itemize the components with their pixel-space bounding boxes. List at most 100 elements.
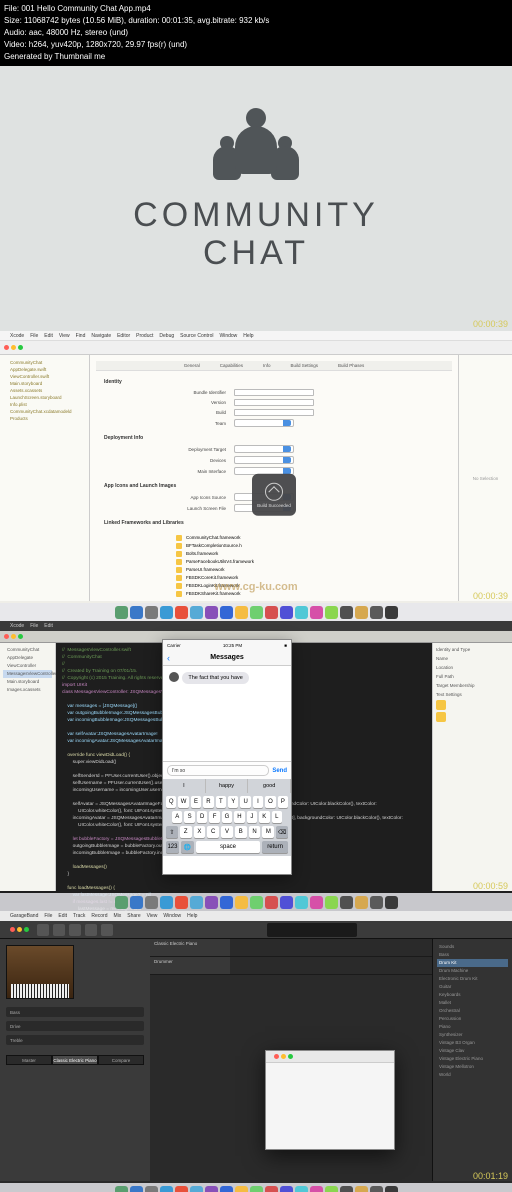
dock-app-icon[interactable]: [340, 896, 353, 909]
tab-build-phases[interactable]: Build Phases: [338, 363, 364, 368]
keyboard-key[interactable]: H: [234, 811, 244, 823]
tab-info[interactable]: Info: [263, 363, 271, 368]
key-globe[interactable]: 🌐: [181, 841, 194, 853]
key-space[interactable]: space: [196, 841, 260, 853]
mac-dock[interactable]: [0, 603, 512, 621]
dock-app-icon[interactable]: [280, 896, 293, 909]
minimize-icon[interactable]: [17, 927, 22, 932]
dock-app-icon[interactable]: [295, 1186, 308, 1192]
nav-item[interactable]: Main.storyboard: [3, 678, 52, 686]
back-button[interactable]: ‹: [167, 653, 170, 663]
nav-item[interactable]: AppDelegate.swift: [4, 366, 85, 373]
library-item[interactable]: Orchestral: [437, 1007, 508, 1015]
dock-app-icon[interactable]: [310, 896, 323, 909]
dock-app-icon[interactable]: [205, 606, 218, 619]
track-header[interactable]: Drummer: [150, 957, 230, 974]
mac-dock[interactable]: [0, 893, 512, 911]
menu-item[interactable]: Edit: [44, 333, 53, 339]
library-item[interactable]: Synthesizer: [437, 1031, 508, 1039]
dock-app-icon[interactable]: [130, 896, 143, 909]
keyboard-key[interactable]: D: [197, 811, 207, 823]
nav-item[interactable]: Products: [4, 415, 85, 422]
track-header[interactable]: Classic Electric Piano: [150, 939, 230, 956]
dock-app-icon[interactable]: [280, 606, 293, 619]
library-item[interactable]: World: [437, 1071, 508, 1079]
menu-item[interactable]: Product: [136, 333, 153, 339]
nav-item[interactable]: ViewController: [3, 662, 52, 670]
library-item[interactable]: Sounds: [437, 943, 508, 951]
menu-item[interactable]: Track: [73, 913, 85, 919]
dock-app-icon[interactable]: [160, 606, 173, 619]
library-item[interactable]: Drum Machine: [437, 967, 508, 975]
keyboard-key[interactable]: ⇧: [166, 826, 178, 838]
dock-app-icon[interactable]: [175, 1186, 188, 1192]
keyboard-key[interactable]: ⌫: [276, 826, 288, 838]
library-item[interactable]: Vintage Mellotron: [437, 1063, 508, 1071]
keyboard-key[interactable]: F: [209, 811, 219, 823]
rewind-button[interactable]: [69, 924, 81, 936]
library-item[interactable]: Bass: [437, 951, 508, 959]
menu-item[interactable]: File: [30, 623, 38, 629]
play-button[interactable]: [85, 924, 97, 936]
warning-icon[interactable]: [436, 712, 446, 722]
framework-row[interactable]: BFTaskCompletionSource.h: [176, 542, 452, 550]
keyboard-key[interactable]: Q: [166, 796, 176, 808]
library-panel[interactable]: SoundsBassDrum KitDrum MachineElectronic…: [432, 939, 512, 1181]
mac-menubar[interactable]: Xcode File Edit View Find Navigate Edito…: [0, 331, 512, 341]
dock-app-icon[interactable]: [355, 1186, 368, 1192]
keyboard-key[interactable]: E: [191, 796, 201, 808]
team-dropdown[interactable]: [234, 419, 294, 427]
dock-app-icon[interactable]: [385, 896, 398, 909]
nav-item[interactable]: MessagesViewController: [3, 670, 52, 678]
slider[interactable]: Bass: [6, 1007, 144, 1017]
dock-app-icon[interactable]: [310, 606, 323, 619]
devices-dropdown[interactable]: [234, 456, 294, 464]
keyboard-key[interactable]: K: [259, 811, 269, 823]
dock-app-icon[interactable]: [370, 896, 383, 909]
prediction[interactable]: I: [163, 779, 206, 793]
record-button[interactable]: [101, 924, 113, 936]
dock-app-icon[interactable]: [175, 606, 188, 619]
dock-app-icon[interactable]: [115, 896, 128, 909]
project-navigator[interactable]: CommunityChat AppDelegate ViewController…: [0, 643, 56, 891]
minimize-icon[interactable]: [11, 345, 16, 350]
library-item[interactable]: Drum Kit: [437, 959, 508, 967]
menu-item[interactable]: Window: [219, 333, 237, 339]
keyboard-key[interactable]: Y: [228, 796, 238, 808]
dock-app-icon[interactable]: [190, 606, 203, 619]
keyboard-key[interactable]: R: [203, 796, 213, 808]
dock-app-icon[interactable]: [250, 896, 263, 909]
close-icon[interactable]: [4, 634, 9, 639]
dock-app-icon[interactable]: [145, 606, 158, 619]
menu-item[interactable]: File: [30, 333, 38, 339]
lcd-display[interactable]: [267, 923, 357, 937]
keyboard-key[interactable]: V: [221, 826, 233, 838]
keyboard-key[interactable]: O: [265, 796, 275, 808]
mac-menubar[interactable]: Xcode File Edit: [0, 621, 512, 631]
track-region[interactable]: [230, 939, 432, 956]
dock-app-icon[interactable]: [205, 1186, 218, 1192]
dock-app-icon[interactable]: [295, 896, 308, 909]
nav-item[interactable]: Images.xcassets: [3, 686, 52, 694]
dock-app-icon[interactable]: [115, 1186, 128, 1192]
library-item[interactable]: Vintage Electric Piano: [437, 1055, 508, 1063]
key-return[interactable]: return: [262, 841, 288, 853]
dock-app-icon[interactable]: [340, 606, 353, 619]
zoom-icon[interactable]: [18, 634, 23, 639]
menu-item[interactable]: Edit: [44, 623, 53, 629]
dock-app-icon[interactable]: [205, 896, 218, 909]
minimize-icon[interactable]: [281, 1054, 286, 1059]
dock-app-icon[interactable]: [295, 606, 308, 619]
keyboard-key[interactable]: U: [240, 796, 250, 808]
slider[interactable]: Drive: [6, 1021, 144, 1031]
dock-app-icon[interactable]: [325, 896, 338, 909]
dock-app-icon[interactable]: [310, 1186, 323, 1192]
dock-app-icon[interactable]: [325, 1186, 338, 1192]
framework-row[interactable]: ParseUI.framework: [176, 566, 452, 574]
dock-app-icon[interactable]: [190, 1186, 203, 1192]
dock-app-icon[interactable]: [220, 1186, 233, 1192]
dock-app-icon[interactable]: [220, 896, 233, 909]
dock-app-icon[interactable]: [280, 1186, 293, 1192]
tab[interactable]: Master: [6, 1055, 52, 1065]
menu-item[interactable]: Window: [163, 913, 181, 919]
